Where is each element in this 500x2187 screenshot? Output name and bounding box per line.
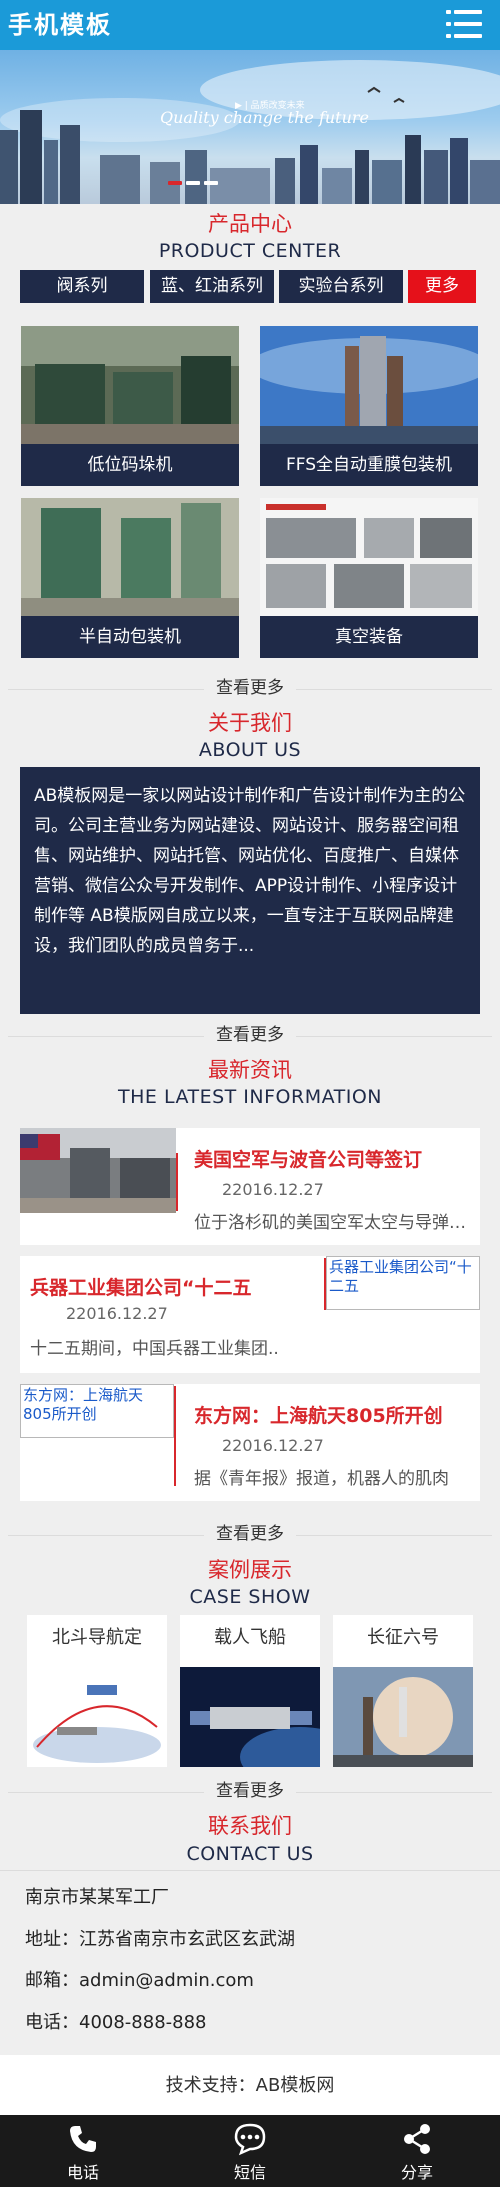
about-box: AB模板网是一家以网站设计制作和广告设计制作为主的公司。公司主营业务为网站建设、… bbox=[20, 767, 480, 1014]
product-label: 半自动包装机 bbox=[79, 627, 181, 647]
contact-address: 地址：江苏省南京市玄武区玄武湖 bbox=[25, 1929, 295, 1950]
case-card[interactable]: 载人飞船 bbox=[180, 1615, 320, 1767]
product-image bbox=[260, 326, 478, 444]
product-card[interactable]: 半自动包装机 bbox=[21, 498, 239, 658]
menu-icon[interactable] bbox=[446, 6, 482, 42]
news-item[interactable]: 东方网：上海航天805所开创 东方网：上海航天805所开创 22016.12.2… bbox=[20, 1384, 480, 1501]
news-summary: 十二五期间，中国兵器工业集团.. bbox=[30, 1339, 279, 1359]
divider bbox=[296, 1792, 492, 1793]
divider bbox=[296, 1535, 492, 1536]
news-accent-bar bbox=[174, 1386, 176, 1486]
product-image bbox=[21, 326, 239, 444]
bottom-nav: 电话 短信 分享 bbox=[0, 2115, 500, 2187]
news-summary: 据《青年报》报道，机器人的肌肉 bbox=[194, 1469, 449, 1489]
banner-slogan: Quality change the future bbox=[160, 108, 370, 127]
about-subtitle: ABOUT US bbox=[198, 739, 302, 761]
product-card[interactable]: 低位码垛机 bbox=[21, 326, 239, 486]
city-skyline-image bbox=[0, 60, 500, 204]
sms-icon bbox=[234, 2123, 266, 2156]
news-more-link[interactable]: 查看更多 bbox=[0, 1523, 500, 1545]
divider bbox=[8, 689, 204, 690]
news-accent-bar bbox=[176, 1153, 178, 1211]
nav-share[interactable]: 分享 bbox=[334, 2115, 500, 2187]
slider-dot[interactable] bbox=[204, 181, 218, 185]
product-image bbox=[260, 498, 478, 616]
banner-slider[interactable]: ▶ | 品质改变未来 Quality change the future bbox=[0, 50, 500, 204]
divider bbox=[8, 1036, 204, 1037]
news-headline[interactable]: 美国空军与波音公司等签订 bbox=[194, 1145, 474, 1172]
news-summary: 位于洛杉矶的美国空军太空与导弹系统中心 bbox=[194, 1213, 474, 1233]
case-image bbox=[27, 1667, 167, 1767]
cases-more-link[interactable]: 查看更多 bbox=[0, 1780, 500, 1802]
contact-phone[interactable]: 电话：4008-888-888 bbox=[25, 2011, 207, 2035]
case-card[interactable]: 北斗导航定 bbox=[27, 1615, 167, 1767]
contact-company: 南京市某某军工厂 bbox=[25, 1887, 169, 1908]
divider bbox=[8, 1535, 204, 1536]
slider-dot[interactable] bbox=[186, 181, 200, 185]
nav-phone[interactable]: 电话 bbox=[0, 2115, 166, 2187]
tab-test-bench[interactable]: 实验台系列 bbox=[279, 270, 403, 303]
news-item[interactable]: 兵器工业集团公司“十二五 22016.12.27 十二五期间，中国兵器工业集团.… bbox=[20, 1256, 480, 1373]
news-subtitle: THE LATEST INFORMATION bbox=[118, 1086, 382, 1108]
case-image bbox=[333, 1667, 473, 1767]
news-date: 22016.12.27 bbox=[222, 1180, 324, 1199]
phone-icon bbox=[70, 2126, 96, 2152]
top-header: 手机模板 bbox=[0, 0, 500, 50]
about-text: AB模板网是一家以网站设计制作和广告设计制作为主的公司。公司主营业务为网站建设、… bbox=[34, 786, 466, 956]
case-label: 载人飞船 bbox=[214, 1627, 286, 1648]
product-card[interactable]: 真空装备 bbox=[260, 498, 478, 658]
case-label: 北斗导航定 bbox=[52, 1627, 142, 1648]
nav-phone-label: 电话 bbox=[66, 2163, 99, 2182]
contact-subtitle: CONTACT US bbox=[186, 1843, 314, 1865]
news-headline[interactable]: 兵器工业集团公司“十二五 bbox=[30, 1273, 322, 1300]
product-label: 真空装备 bbox=[335, 627, 403, 647]
divider bbox=[0, 1870, 500, 1871]
products-title: 产品中心 bbox=[208, 212, 292, 236]
cases-subtitle: CASE SHOW bbox=[189, 1586, 311, 1608]
products-subtitle: PRODUCT CENTER bbox=[158, 240, 342, 262]
news-image-broken: 兵器工业集团公司“十二五 bbox=[326, 1256, 480, 1310]
news-accent-bar bbox=[324, 1258, 326, 1310]
news-title: 最新资讯 bbox=[208, 1058, 292, 1082]
product-card[interactable]: FFS全自动重膜包装机 bbox=[260, 326, 478, 486]
tab-valves[interactable]: 阀系列 bbox=[20, 270, 144, 303]
news-item[interactable]: 美国空军与波音公司等签订 22016.12.27 位于洛杉矶的美国空军太空与导弹… bbox=[20, 1128, 480, 1245]
case-card[interactable]: 长征六号 bbox=[333, 1615, 473, 1767]
about-more-link[interactable]: 查看更多 bbox=[0, 1024, 500, 1046]
news-image bbox=[20, 1128, 176, 1213]
divider bbox=[296, 1036, 492, 1037]
share-icon bbox=[404, 2124, 430, 2154]
tab-more[interactable]: 更多 bbox=[408, 270, 476, 303]
product-label: FFS全自动重膜包装机 bbox=[285, 455, 453, 475]
case-label: 长征六号 bbox=[367, 1627, 439, 1648]
about-title: 关于我们 bbox=[208, 711, 292, 735]
products-more-link[interactable]: 查看更多 bbox=[0, 677, 500, 699]
divider bbox=[296, 689, 492, 690]
site-logo[interactable]: 手机模板 bbox=[8, 8, 112, 42]
news-image-broken: 东方网：上海航天805所开创 bbox=[20, 1384, 174, 1438]
nav-share-label: 分享 bbox=[400, 2163, 433, 2182]
news-date: 22016.12.27 bbox=[66, 1304, 168, 1323]
cases-title: 案例展示 bbox=[208, 1558, 292, 1582]
news-headline[interactable]: 东方网：上海航天805所开创 bbox=[194, 1401, 474, 1428]
contact-title: 联系我们 bbox=[208, 1814, 292, 1838]
divider bbox=[8, 1792, 204, 1793]
product-label: 低位码垛机 bbox=[87, 455, 173, 475]
nav-sms[interactable]: 短信 bbox=[167, 2115, 333, 2187]
tech-support-text[interactable]: 技术支持：AB模板网 bbox=[0, 2071, 500, 2097]
product-image bbox=[21, 498, 239, 616]
contact-email[interactable]: 邮箱：admin@admin.com bbox=[25, 1969, 254, 1993]
tab-oil-series[interactable]: 蓝、红油系列 bbox=[150, 270, 274, 303]
slider-dot-active[interactable] bbox=[168, 181, 182, 185]
case-image bbox=[180, 1667, 320, 1767]
nav-sms-label: 短信 bbox=[233, 2163, 266, 2182]
news-date: 22016.12.27 bbox=[222, 1436, 324, 1455]
